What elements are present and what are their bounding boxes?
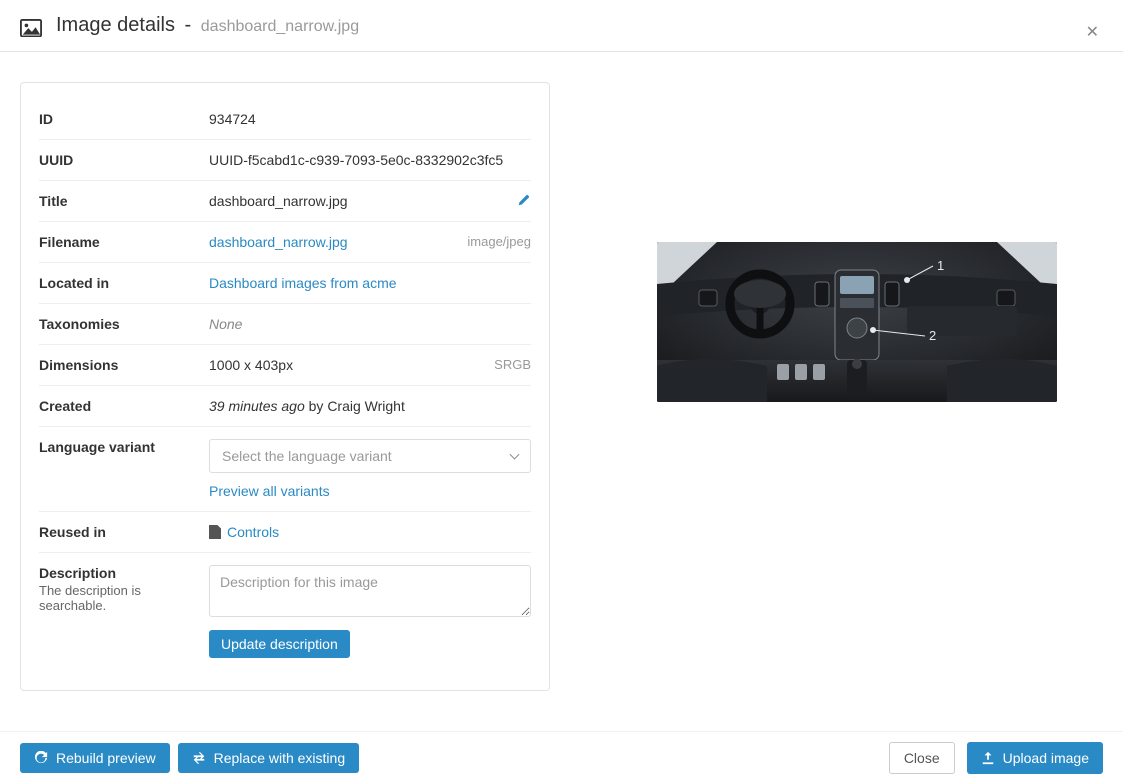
dimensions-colorspace: SRGB [494,357,531,372]
reused-link[interactable]: Controls [227,524,279,540]
description-label-text: Description [39,565,209,581]
row-located: Located in Dashboard images from acme [39,263,531,304]
dialog-title-text: Image details [56,14,175,36]
created-time: 39 minutes ago [209,398,305,414]
document-icon [209,525,221,539]
row-description: Description The description is searchabl… [39,553,531,670]
label-reused: Reused in [39,524,209,540]
value-title-wrap: dashboard_narrow.jpg [209,193,531,209]
update-description-button[interactable]: Update description [209,630,350,658]
label-located: Located in [39,275,209,291]
label-dimensions: Dimensions [39,357,209,373]
preview-pane: 1 2 [610,82,1103,691]
label-taxonomies: Taxonomies [39,316,209,332]
upload-label: Upload image [1003,750,1089,766]
close-button[interactable]: Close [889,742,955,774]
value-taxonomies: None [209,316,531,332]
value-dimensions-wrap: 1000 x 403px SRGB [209,357,531,373]
value-located-wrap: Dashboard images from acme [209,275,531,291]
label-description: Description The description is searchabl… [39,565,209,613]
row-created: Created 39 minutes ago by Craig Wright [39,386,531,427]
value-description-wrap: Update description [209,565,531,658]
dialog-footer: Rebuild preview Replace with existing Cl… [0,731,1123,784]
label-language: Language variant [39,439,209,455]
upload-image-button[interactable]: Upload image [967,742,1103,774]
details-panel: ID 934724 UUID UUID-f5cabd1c-c939-7093-5… [20,82,550,691]
description-textarea[interactable] [209,565,531,617]
label-created: Created [39,398,209,414]
dialog-header: Image details - dashboard_narrow.jpg ✕ [0,0,1123,52]
upload-icon [981,751,995,765]
label-filename: Filename [39,234,209,250]
label-id: ID [39,111,209,127]
value-language-wrap: Select the language variant Preview all … [209,439,531,499]
image-preview: 1 2 [657,242,1057,402]
callout-1-text: 1 [937,258,944,273]
created-by: Craig Wright [327,398,405,414]
value-reused-wrap: Controls [209,524,531,540]
refresh-icon [34,751,48,765]
close-icon[interactable]: ✕ [1086,22,1099,42]
replace-existing-button[interactable]: Replace with existing [178,743,360,773]
value-filename-wrap: dashboard_narrow.jpg image/jpeg [209,234,531,250]
description-sub: The description is searchable. [39,583,209,613]
located-link[interactable]: Dashboard images from acme [209,275,397,291]
label-title: Title [39,193,209,209]
filename-link[interactable]: dashboard_narrow.jpg [209,234,348,250]
value-id: 934724 [209,111,531,127]
rebuild-label: Rebuild preview [56,750,156,766]
value-title: dashboard_narrow.jpg [209,193,348,209]
row-dimensions: Dimensions 1000 x 403px SRGB [39,345,531,386]
dialog-title: Image details - dashboard_narrow.jpg [56,14,359,37]
swap-icon [192,751,206,765]
value-uuid: UUID-f5cabd1c-c939-7093-5e0c-8332902c3fc… [209,152,531,168]
row-uuid: UUID UUID-f5cabd1c-c939-7093-5e0c-833290… [39,140,531,181]
value-created-wrap: 39 minutes ago by Craig Wright [209,398,531,414]
row-language: Language variant Select the language var… [39,427,531,512]
pencil-icon[interactable] [517,193,531,210]
created-by-prefix: by [305,398,328,414]
title-separator: - [185,14,192,36]
row-id: ID 934724 [39,99,531,140]
row-reused: Reused in Controls [39,512,531,553]
row-title: Title dashboard_narrow.jpg [39,181,531,222]
rebuild-preview-button[interactable]: Rebuild preview [20,743,170,773]
dialog-content: ID 934724 UUID UUID-f5cabd1c-c939-7093-5… [0,52,1123,711]
row-filename: Filename dashboard_narrow.jpg image/jpeg [39,222,531,263]
replace-label: Replace with existing [214,750,346,766]
value-dimensions: 1000 x 403px [209,357,293,373]
language-placeholder: Select the language variant [222,448,392,464]
language-select[interactable]: Select the language variant [209,439,531,473]
label-uuid: UUID [39,152,209,168]
callout-2-text: 2 [929,328,936,343]
filename-mime: image/jpeg [467,234,531,249]
row-taxonomies: Taxonomies None [39,304,531,345]
image-icon [20,19,42,37]
title-filename: dashboard_narrow.jpg [201,18,359,35]
preview-all-link[interactable]: Preview all variants [209,483,330,499]
